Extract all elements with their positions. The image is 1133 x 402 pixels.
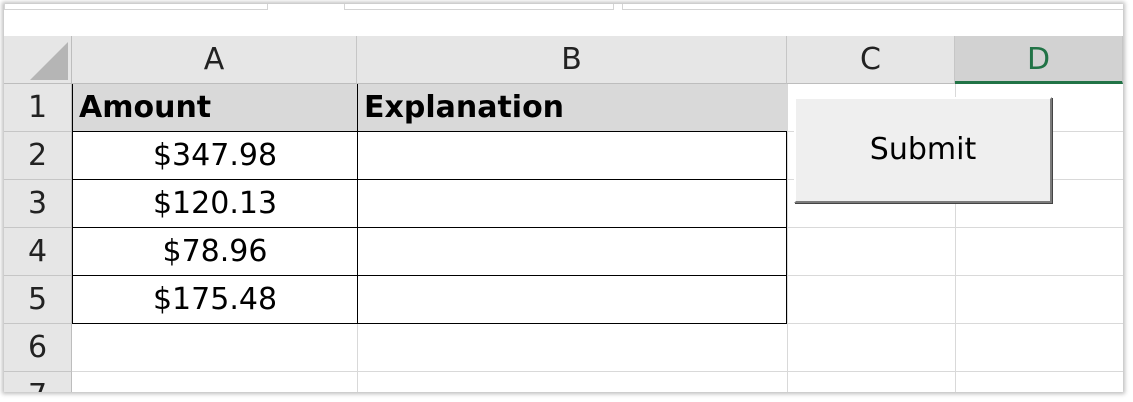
cell-b1-explanation-header[interactable]: Explanation <box>358 84 787 132</box>
cell-a3-amount[interactable]: $120.13 <box>73 180 357 228</box>
select-all-corner[interactable] <box>4 36 72 84</box>
table-border <box>357 84 358 324</box>
table-border <box>72 323 787 324</box>
table-border <box>72 179 787 180</box>
row-header-1[interactable]: 1 <box>4 84 72 132</box>
toolbar-strip <box>4 4 1123 36</box>
table-border <box>72 275 787 276</box>
row-header-5[interactable]: 5 <box>4 276 72 324</box>
cell-a4-amount[interactable]: $78.96 <box>73 228 357 276</box>
name-box[interactable] <box>4 4 268 10</box>
cell-b4-explanation[interactable] <box>358 228 787 276</box>
column-header-c[interactable]: C <box>787 36 955 84</box>
cell-b3-explanation[interactable] <box>358 180 787 228</box>
row-header-4[interactable]: 4 <box>4 228 72 276</box>
table-border <box>786 132 787 324</box>
column-header-a[interactable]: A <box>72 36 357 84</box>
row-header-3[interactable]: 3 <box>4 180 72 228</box>
cell-b5-explanation[interactable] <box>358 276 787 324</box>
cell-a1-amount-header[interactable]: Amount <box>73 84 357 132</box>
cell-a5-amount[interactable]: $175.48 <box>73 276 357 324</box>
table-border <box>72 84 73 324</box>
spreadsheet-window: A B C D 1 2 3 4 5 6 7 Amount Explanation… <box>4 4 1123 392</box>
table-border <box>72 131 787 132</box>
column-header-b[interactable]: B <box>357 36 787 84</box>
row-header-6[interactable]: 6 <box>4 324 72 372</box>
row-header-7[interactable]: 7 <box>4 372 72 392</box>
row-header-2[interactable]: 2 <box>4 132 72 180</box>
cell-a2-amount[interactable]: $347.98 <box>73 132 357 180</box>
toolbar-field[interactable] <box>344 4 614 10</box>
select-all-triangle-icon <box>30 42 68 80</box>
formula-bar[interactable] <box>622 4 1123 10</box>
submit-button[interactable]: Submit <box>794 97 1052 203</box>
gridline <box>72 371 1123 372</box>
cell-b2-explanation[interactable] <box>358 132 787 180</box>
table-border <box>72 227 787 228</box>
column-header-d[interactable]: D <box>955 36 1123 84</box>
